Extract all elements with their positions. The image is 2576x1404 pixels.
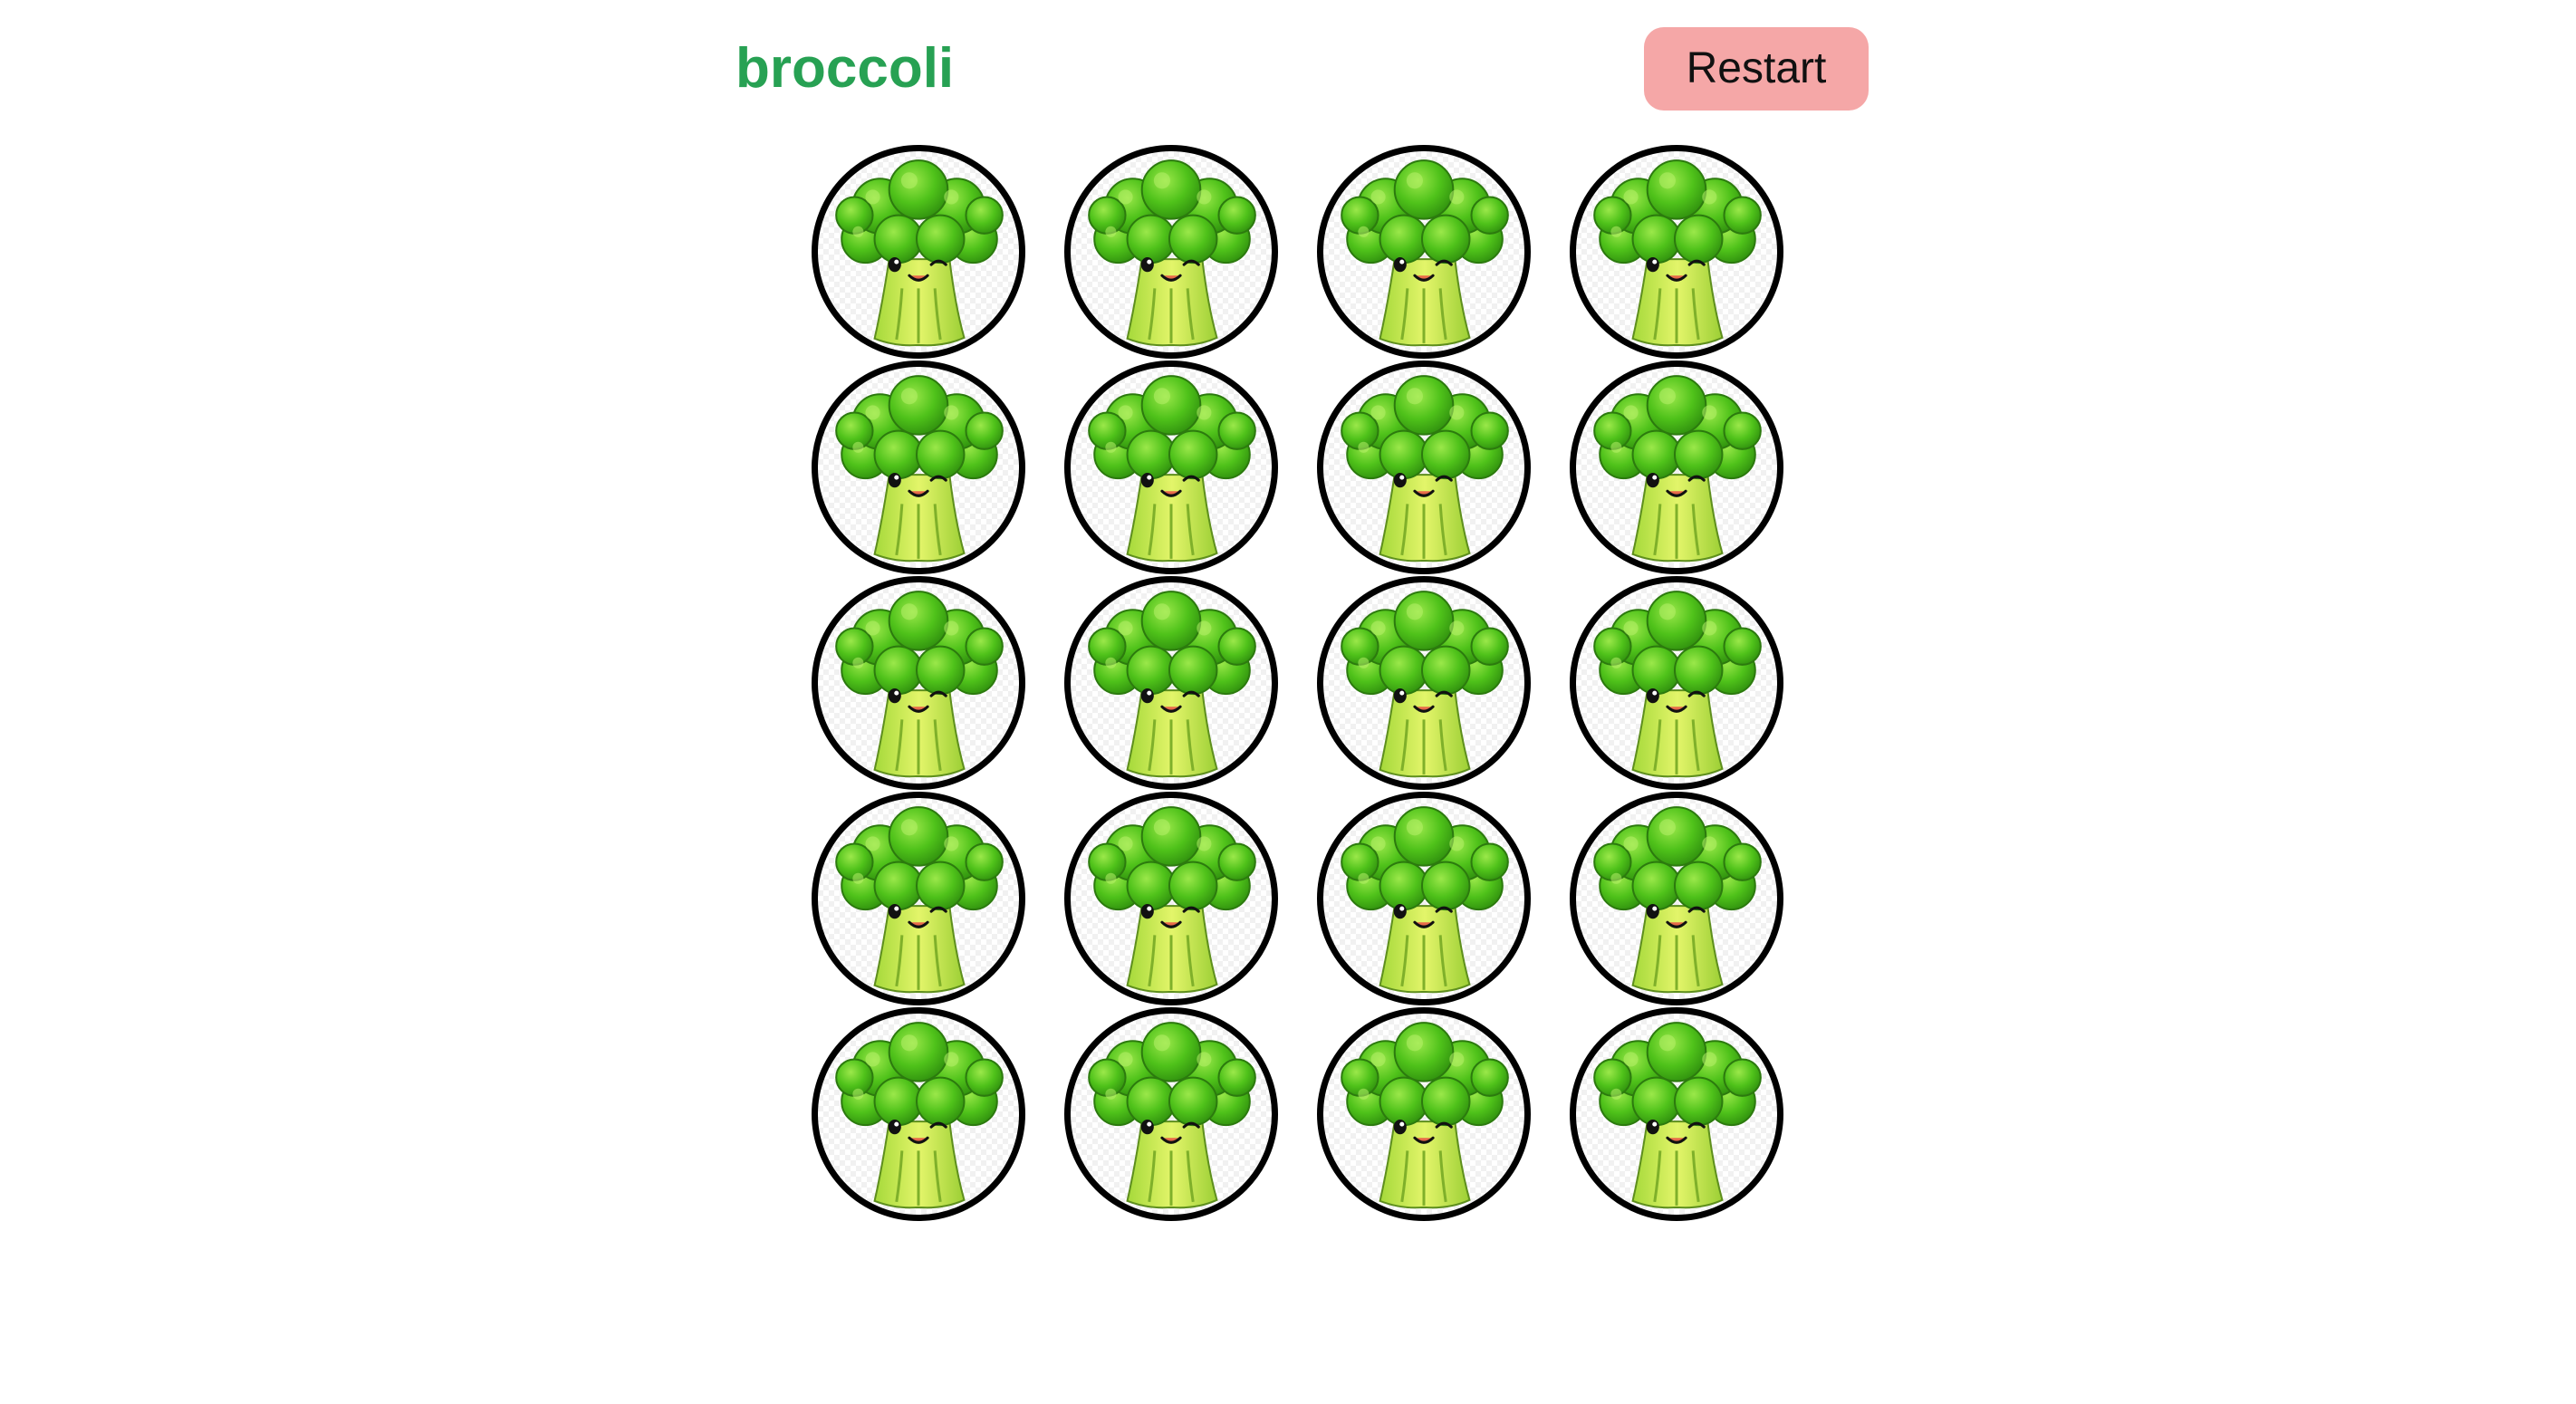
broccoli-icon: [1323, 1014, 1524, 1215]
board-tile[interactable]: [812, 145, 1025, 359]
broccoli-icon: [1071, 151, 1272, 352]
broccoli-icon: [1576, 367, 1777, 568]
board-tile[interactable]: [1064, 361, 1278, 574]
board-tile[interactable]: [1570, 576, 1783, 790]
broccoli-icon: [1071, 1014, 1272, 1215]
board-tile[interactable]: [812, 576, 1025, 790]
broccoli-icon: [1576, 1014, 1777, 1215]
board-tile[interactable]: [812, 792, 1025, 1005]
broccoli-icon: [818, 798, 1019, 999]
game-title: broccoli: [735, 37, 955, 100]
broccoli-icon: [1071, 582, 1272, 784]
board-tile[interactable]: [1064, 792, 1278, 1005]
game-board: [812, 145, 1790, 1223]
board-tile[interactable]: [1064, 576, 1278, 790]
broccoli-icon: [1323, 151, 1524, 352]
broccoli-icon: [818, 151, 1019, 352]
board-tile[interactable]: [1570, 361, 1783, 574]
broccoli-icon: [818, 1014, 1019, 1215]
board-tile[interactable]: [1570, 1007, 1783, 1221]
board-tile[interactable]: [1317, 576, 1531, 790]
broccoli-icon: [1323, 367, 1524, 568]
broccoli-icon: [1323, 582, 1524, 784]
board-tile[interactable]: [1317, 1007, 1531, 1221]
broccoli-icon: [1323, 798, 1524, 999]
broccoli-icon: [818, 367, 1019, 568]
broccoli-icon: [818, 582, 1019, 784]
board-tile[interactable]: [1317, 361, 1531, 574]
broccoli-icon: [1071, 798, 1272, 999]
board-tile[interactable]: [812, 361, 1025, 574]
restart-button[interactable]: Restart: [1644, 27, 1869, 111]
broccoli-icon: [1071, 367, 1272, 568]
broccoli-icon: [1576, 798, 1777, 999]
broccoli-icon: [1576, 582, 1777, 784]
board-tile[interactable]: [1317, 792, 1531, 1005]
broccoli-icon: [1576, 151, 1777, 352]
board-tile[interactable]: [1570, 792, 1783, 1005]
board-tile[interactable]: [1064, 1007, 1278, 1221]
board-tile[interactable]: [1570, 145, 1783, 359]
board-tile[interactable]: [812, 1007, 1025, 1221]
board-tile[interactable]: [1064, 145, 1278, 359]
board-tile[interactable]: [1317, 145, 1531, 359]
